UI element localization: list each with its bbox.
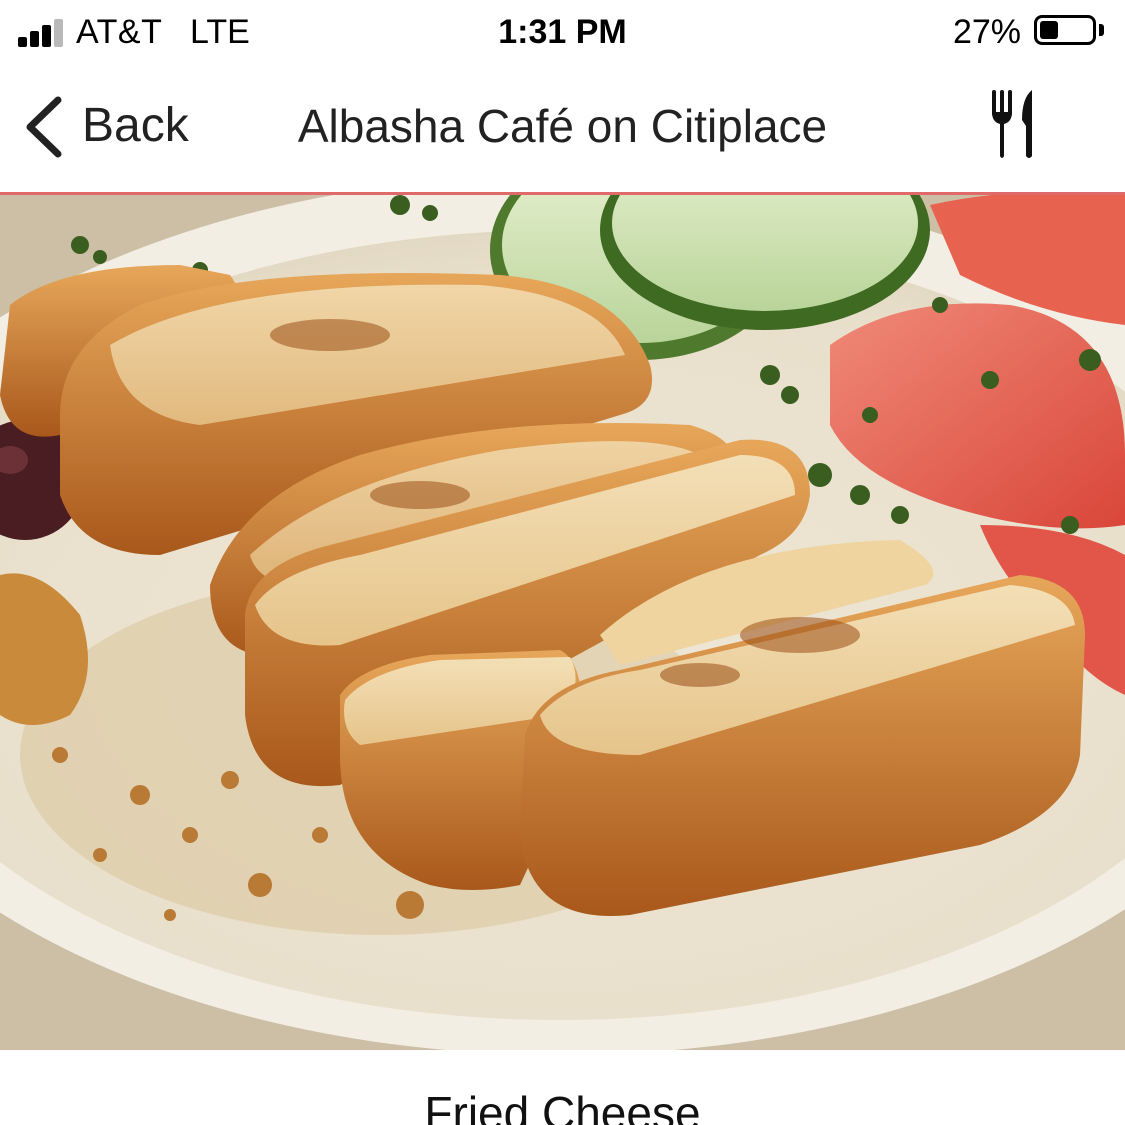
page-title: Albasha Café on Citiplace — [297, 100, 828, 152]
menu-item-name: Fried Cheese — [424, 1087, 701, 1125]
screen: AT&T LTE 1:31 PM 27% Back Albasha Café o… — [0, 0, 1125, 1125]
navigation-bar: Back Albasha Café on Citiplace — [0, 64, 1125, 192]
chevron-left-icon — [26, 96, 62, 158]
menu-item-photo — [0, 195, 1125, 1050]
battery-percent: 27% — [952, 13, 1021, 51]
status-bar: AT&T LTE 1:31 PM 27% — [0, 0, 1125, 64]
back-label: Back — [82, 99, 189, 152]
battery-cap — [1099, 24, 1104, 36]
back-button[interactable]: Back — [22, 90, 202, 160]
battery-icon — [1034, 15, 1096, 45]
battery-level-fill — [1040, 21, 1058, 39]
fork-knife-icon[interactable] — [988, 88, 1044, 160]
